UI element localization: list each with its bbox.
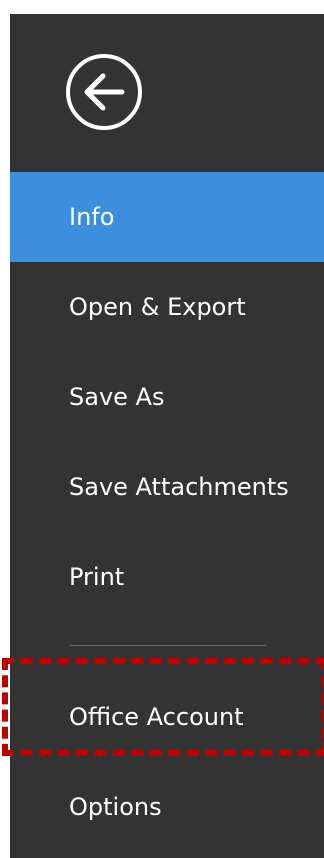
back-arrow-circle-icon xyxy=(66,54,142,130)
nav-item-open-export-label: Open & Export xyxy=(69,293,246,321)
nav-item-info-label: Info xyxy=(69,203,115,231)
nav-item-info[interactable]: Info xyxy=(10,172,324,262)
back-button[interactable] xyxy=(64,52,144,132)
nav-item-save-as[interactable]: Save As xyxy=(10,352,324,442)
nav-divider xyxy=(70,645,266,646)
nav-item-open-export[interactable]: Open & Export xyxy=(10,262,324,352)
nav-item-office-account-label: Office Account xyxy=(69,703,244,731)
nav-item-save-attachments[interactable]: Save Attachments xyxy=(10,442,324,532)
nav-item-options-label: Options xyxy=(69,793,162,821)
nav-item-save-as-label: Save As xyxy=(69,383,165,411)
nav-item-office-account[interactable]: Office Account xyxy=(10,672,324,762)
nav-item-print-label: Print xyxy=(69,563,125,591)
nav-item-print[interactable]: Print xyxy=(10,532,324,622)
backstage-navigation: Info Open & Export Save As Save Attachme… xyxy=(10,14,324,858)
nav-item-save-attachments-label: Save Attachments xyxy=(69,473,289,501)
nav-item-options[interactable]: Options xyxy=(10,762,324,852)
page: Info Open & Export Save As Save Attachme… xyxy=(0,0,324,858)
